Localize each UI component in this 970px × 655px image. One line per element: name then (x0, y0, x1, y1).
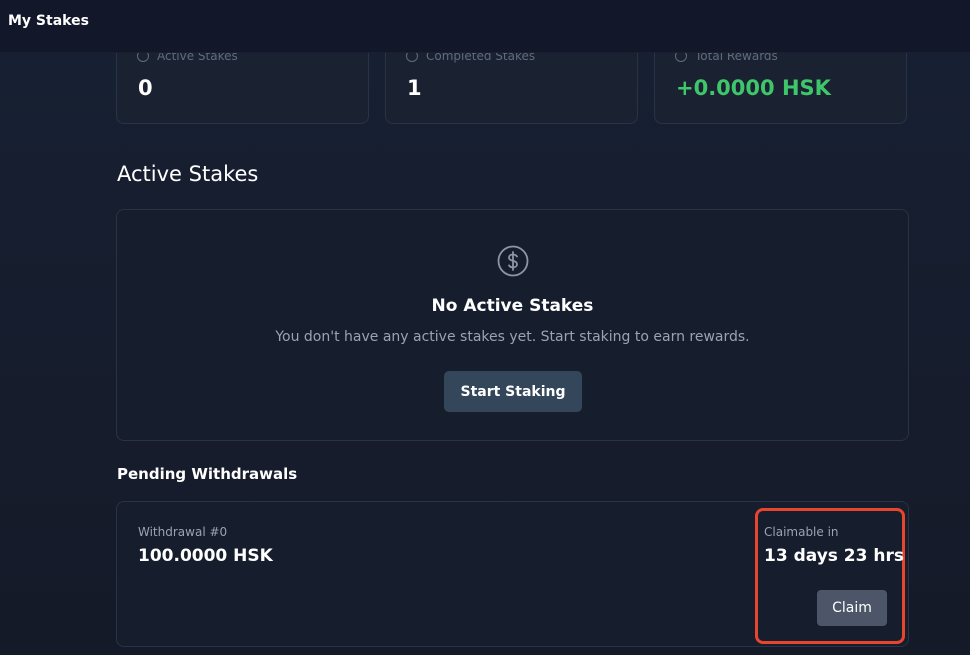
stat-value: +0.0000 HSK (676, 76, 831, 100)
claimable-label: Claimable in (764, 525, 839, 539)
withdrawal-amount: 100.0000 HSK (138, 546, 273, 566)
empty-state-description: You don't have any active stakes yet. St… (275, 329, 750, 345)
claimable-time: 13 days 23 hrs (764, 546, 904, 566)
empty-state-title: No Active Stakes (431, 296, 594, 316)
active-stakes-heading: Active Stakes (117, 162, 259, 186)
top-bar: My Stakes (0, 0, 970, 53)
page: Active Stakes 0 Completed Stakes 1 Total… (0, 0, 970, 655)
no-active-stakes-card: No Active Stakes You don't have any acti… (116, 209, 909, 441)
claim-button[interactable]: Claim (817, 590, 887, 626)
withdrawal-label: Withdrawal #0 (138, 525, 228, 539)
stat-value: 1 (407, 76, 422, 100)
dollar-circle-icon (497, 245, 529, 277)
pending-withdrawals-heading: Pending Withdrawals (117, 465, 298, 483)
start-staking-button[interactable]: Start Staking (444, 371, 582, 412)
stat-value: 0 (138, 76, 153, 100)
page-title: My Stakes (8, 13, 89, 29)
